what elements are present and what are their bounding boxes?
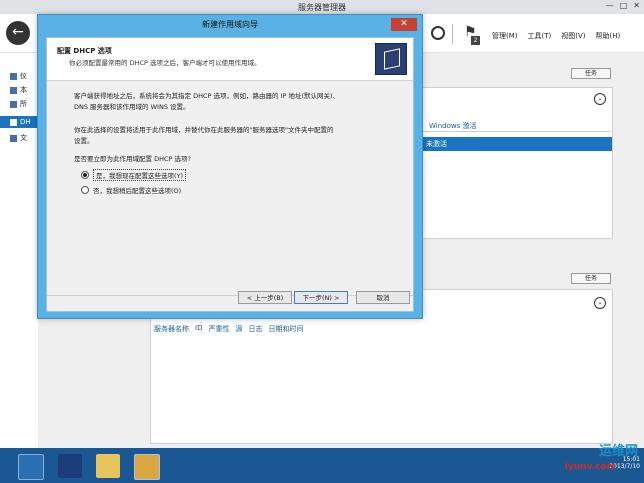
maximize-button[interactable]: □ bbox=[620, 1, 628, 10]
menu-manage[interactable]: 管理(M) bbox=[492, 31, 518, 41]
back-arrow-icon[interactable]: ← bbox=[6, 21, 30, 45]
minimize-button[interactable]: — bbox=[606, 1, 614, 10]
column-source[interactable]: 源 bbox=[235, 324, 242, 334]
radio-yes[interactable] bbox=[81, 171, 89, 179]
description-line: 你在此选择的设置将适用于此作用域，并替代你在此服务器的"服务器选项"文件夹中配置… bbox=[74, 126, 334, 134]
watermark-logo: 运维网 bbox=[598, 444, 638, 459]
watermark-url: iyunv.com bbox=[564, 462, 616, 472]
description-line: 客户端获得地址之后，系统将会为其指定 DHCP 选项，例如，路由器的 IP 地址… bbox=[74, 92, 340, 100]
dhcp-icon bbox=[10, 118, 17, 126]
servers-icon bbox=[10, 100, 17, 108]
events-table-header: 服务器名称 ID 严重性 源 日志 日期和时间 bbox=[154, 324, 303, 334]
dhcp-taskbar-icon[interactable] bbox=[134, 454, 160, 480]
sidebar-item-label: 所 bbox=[20, 100, 27, 108]
tasks-dropdown-bottom[interactable]: 任务 bbox=[571, 273, 611, 284]
menu-help[interactable]: 帮助(H) bbox=[596, 31, 621, 41]
refresh-icon[interactable] bbox=[431, 26, 445, 40]
option-yes-label[interactable]: 是，我想现在配置这些选项(Y) bbox=[93, 169, 187, 181]
chevron-down-icon[interactable]: ⌄ bbox=[594, 297, 606, 309]
sidebar-item-file-services[interactable]: 文 bbox=[0, 132, 38, 144]
question-text: 是否要立即为此作用域配置 DHCP 选项? bbox=[74, 155, 191, 163]
wizard-logo-icon bbox=[375, 43, 407, 75]
wizard-title: 新建作用域向导 bbox=[202, 20, 258, 29]
column-id[interactable]: ID bbox=[195, 324, 202, 334]
sidebar-item-all-servers[interactable]: 所 bbox=[0, 98, 38, 110]
sidebar-item-dhcp[interactable]: DH bbox=[0, 116, 38, 128]
column-log[interactable]: 日志 bbox=[248, 324, 262, 334]
divider bbox=[421, 131, 611, 132]
server-icon bbox=[10, 86, 17, 94]
close-button[interactable]: ✕ bbox=[633, 1, 640, 10]
servers-panel bbox=[421, 87, 613, 239]
header-divider bbox=[452, 24, 453, 44]
dashboard-icon bbox=[10, 72, 17, 80]
new-scope-wizard-dialog: 新建作用域向导 ✕ 配置 DHCP 选项 你必须配置最常用的 DHCP 选项之后… bbox=[37, 14, 423, 319]
back-button[interactable]: < 上一步(B) bbox=[238, 291, 292, 304]
radio-no[interactable] bbox=[81, 186, 89, 194]
column-server-name[interactable]: 服务器名称 bbox=[154, 324, 189, 334]
sidebar-item-label: 文 bbox=[20, 134, 27, 142]
option-yes-row[interactable]: 是，我想现在配置这些选项(Y) bbox=[81, 169, 187, 181]
wizard-header: 配置 DHCP 选项 你必须配置最常用的 DHCP 选项之后，客户端才可以使用作… bbox=[47, 38, 413, 81]
wizard-page-subheading: 你必须配置最常用的 DHCP 选项之后，客户端才可以使用作用域。 bbox=[69, 59, 261, 67]
menu-tools[interactable]: 工具(T) bbox=[528, 31, 552, 41]
chevron-down-icon[interactable]: ⌄ bbox=[594, 93, 606, 105]
wizard-close-button[interactable]: ✕ bbox=[391, 18, 417, 31]
sidebar-item-local-server[interactable]: 本 bbox=[0, 84, 38, 96]
description-line: DNS 服务器和该作用域的 WINS 设置。 bbox=[74, 103, 190, 111]
description-line: 设置。 bbox=[74, 137, 94, 145]
option-no-label[interactable]: 否，我想稍后配置这些选项(O) bbox=[93, 185, 181, 195]
sidebar-item-dashboard[interactable]: 仪 bbox=[0, 70, 38, 82]
wizard-body: 配置 DHCP 选项 你必须配置最常用的 DHCP 选项之后，客户端才可以使用作… bbox=[46, 37, 414, 312]
file-explorer-taskbar-icon[interactable] bbox=[96, 454, 120, 478]
window-title: 服务器管理器 bbox=[298, 3, 346, 12]
next-button[interactable]: 下一步(N) > bbox=[294, 291, 348, 304]
sidebar: 仪 本 所 DH 文 bbox=[0, 53, 38, 448]
menu-view[interactable]: 视图(V) bbox=[561, 31, 585, 41]
window-titlebar: 服务器管理器 — □ ✕ bbox=[0, 0, 644, 15]
column-severity[interactable]: 严重性 bbox=[208, 324, 229, 334]
file-icon bbox=[10, 134, 17, 142]
menu-bar: 管理(M) 工具(T) 视图(V) 帮助(H) bbox=[492, 31, 620, 41]
tasks-dropdown-top[interactable]: 任务 bbox=[571, 68, 611, 79]
powershell-taskbar-icon[interactable] bbox=[58, 454, 82, 478]
option-no-row[interactable]: 否，我想稍后配置这些选项(O) bbox=[81, 185, 181, 195]
wizard-page-heading: 配置 DHCP 选项 bbox=[57, 47, 112, 55]
windows-activation-header: Windows 激活 bbox=[429, 122, 477, 130]
activation-status-row[interactable]: 未激活 bbox=[422, 137, 612, 151]
sidebar-item-label: 本 bbox=[20, 86, 27, 94]
sidebar-item-label: 仪 bbox=[20, 72, 27, 80]
taskbar: 15:01 2013/7/10 bbox=[0, 448, 644, 483]
notification-badge: 2 bbox=[471, 36, 480, 45]
sidebar-item-label: DH bbox=[20, 118, 31, 126]
server-manager-taskbar-icon[interactable] bbox=[18, 454, 44, 480]
column-date-time[interactable]: 日期和时间 bbox=[268, 324, 303, 334]
cancel-button[interactable]: 取消 bbox=[356, 291, 410, 304]
